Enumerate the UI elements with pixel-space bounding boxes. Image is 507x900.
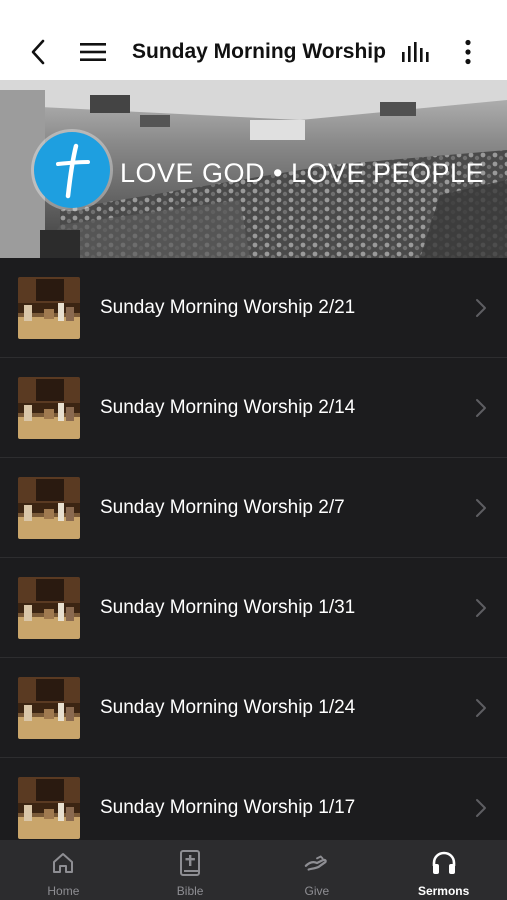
sermon-title: Sunday Morning Worship 2/14 [100,397,356,418]
tab-home-label: Home [47,884,80,898]
menu-button[interactable] [76,38,110,66]
sermon-thumbnail-image [18,477,80,539]
sermon-thumbnail [18,377,80,439]
more-options-button[interactable] [456,36,480,68]
chevron-right-icon [476,399,486,417]
tab-bible-label: Bible [176,884,204,898]
church-logo [34,132,110,208]
vertical-ellipsis-icon [465,39,471,65]
tab-home[interactable]: Home [0,840,127,900]
chevron-right-icon [476,499,486,517]
sermon-list-item[interactable]: Sunday Morning Worship 2/21 [0,258,507,358]
sermon-list-item[interactable]: Sunday Morning Worship 1/17 [0,758,507,840]
home-icon [53,853,74,873]
audio-player-button[interactable] [398,38,432,66]
sermon-title: Sunday Morning Worship 1/24 [100,697,356,718]
sermon-title: Sunday Morning Worship 2/7 [100,497,345,518]
back-button[interactable] [24,36,52,68]
tab-give-label: Give [304,884,330,898]
sermon-thumbnail-image [18,377,80,439]
tab-give[interactable]: Give [254,840,381,900]
sermon-thumbnail [18,777,80,839]
sermon-list[interactable]: Sunday Morning Worship 2/21 Sunday Morni… [0,258,507,840]
sermon-list-item[interactable]: Sunday Morning Worship 2/14 [0,358,507,458]
sermon-thumbnail-image [18,677,80,739]
sermon-thumbnail-image [18,277,80,339]
give-hand-icon [304,855,327,871]
chevron-left-icon [31,39,45,65]
page-title: Sunday Morning Worship [132,40,386,63]
headphones-icon [432,851,455,874]
sermon-thumbnail [18,577,80,639]
bible-icon [180,850,201,876]
tab-bible[interactable]: Bible [127,840,254,900]
church-banner: LOVE GOD • LOVE PEOPLE [0,80,507,258]
sermon-list-item[interactable]: Sunday Morning Worship 1/31 [0,558,507,658]
cross-logo-icon [56,143,90,199]
sermon-title: Sunday Morning Worship 1/31 [100,597,356,618]
tab-sermons[interactable]: Sermons [380,840,507,900]
chevron-right-icon [476,599,486,617]
sermon-thumbnail [18,677,80,739]
sermon-thumbnail-image [18,777,80,839]
status-bar [0,0,507,24]
sermon-list-item[interactable]: Sunday Morning Worship 1/24 [0,658,507,758]
sermon-list-item[interactable]: Sunday Morning Worship 2/7 [0,458,507,558]
top-nav-bar: Sunday Morning Worship [0,24,507,80]
chevron-right-icon [476,799,486,817]
hamburger-menu-icon [80,43,106,61]
chevron-right-icon [476,299,486,317]
chevron-right-icon [476,699,486,717]
audio-bars-icon [402,42,429,62]
sermon-thumbnail-image [18,577,80,639]
sermon-thumbnail [18,477,80,539]
bottom-tab-bar: Home Bible Give Sermons [0,840,507,900]
sermon-title: Sunday Morning Worship 2/21 [100,297,356,318]
sermon-thumbnail [18,277,80,339]
banner-tagline: LOVE GOD • LOVE PEOPLE [120,158,485,188]
tab-sermons-label: Sermons [417,884,470,898]
sermon-title: Sunday Morning Worship 1/17 [100,797,356,818]
